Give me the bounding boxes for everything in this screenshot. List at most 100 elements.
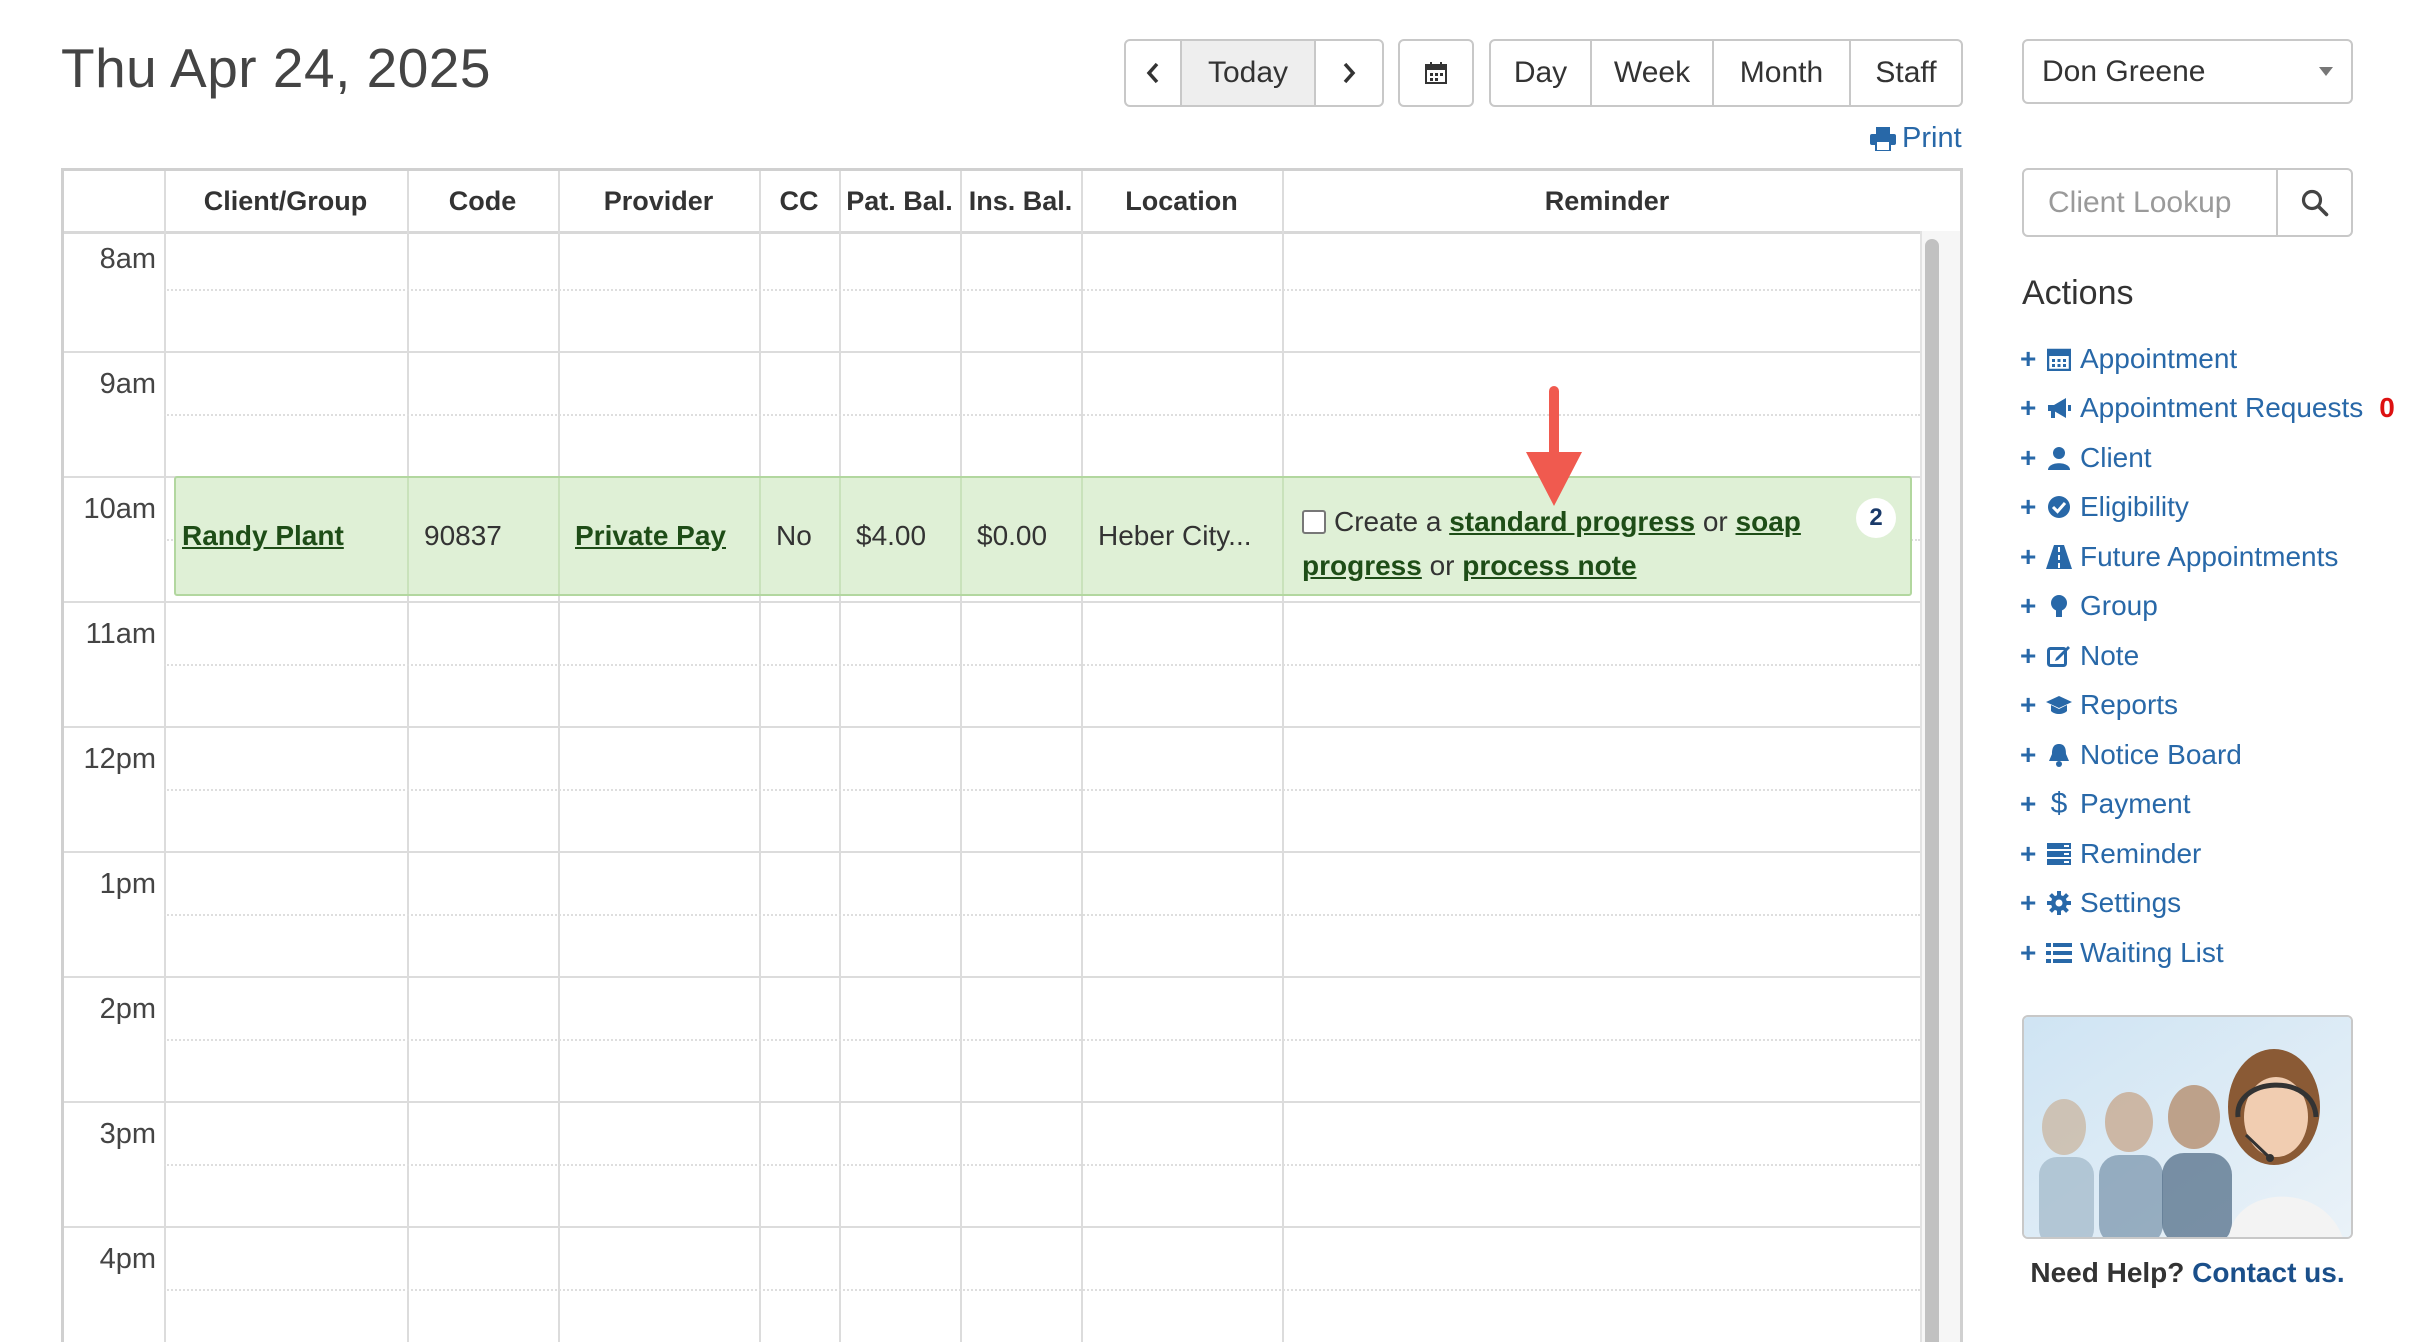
appointment-ins-bal: $0.00 xyxy=(977,520,1048,551)
staff-select[interactable]: Don Greene xyxy=(2022,39,2353,104)
plus-icon: + xyxy=(2020,837,2037,869)
action-appointment[interactable]: + Appointment xyxy=(2020,334,2395,384)
column-header[interactable]: Location xyxy=(1081,171,1282,231)
date-picker-inner[interactable] xyxy=(1400,41,1472,105)
reminder-checkbox[interactable] xyxy=(1302,510,1326,534)
action-label: Client xyxy=(2080,441,2152,473)
client-lookup-input[interactable] xyxy=(2024,170,2276,235)
appointment-provider-cell: Private Pay xyxy=(575,478,726,594)
user-icon xyxy=(2042,446,2076,470)
appointment-divider xyxy=(839,478,841,594)
appointment-divider xyxy=(759,478,761,594)
caret-down-icon xyxy=(2319,67,2333,76)
appointment-divider xyxy=(960,478,962,594)
column-divider xyxy=(759,171,761,1342)
requests-count-badge: 0 xyxy=(2379,392,2395,424)
bell-icon xyxy=(2042,743,2076,767)
column-header[interactable]: Pat. Bal. xyxy=(839,171,960,231)
view-staff-button[interactable]: Staff xyxy=(1851,41,1961,105)
view-day-button[interactable]: Day xyxy=(1491,41,1592,105)
next-day-button[interactable] xyxy=(1316,41,1382,105)
hour-line xyxy=(64,1101,1920,1103)
view-month-button[interactable]: Month xyxy=(1714,41,1851,105)
column-divider xyxy=(1282,171,1284,1342)
column-header[interactable]: Client/Group xyxy=(164,171,407,231)
appointment-block[interactable]: Randy Plant 90837 Private Pay No $4.00 $… xyxy=(174,476,1912,596)
column-divider xyxy=(164,171,166,1342)
column-header[interactable]: Code xyxy=(407,171,558,231)
search-icon xyxy=(2301,189,2328,216)
today-button[interactable]: Today xyxy=(1182,41,1316,105)
hour-line xyxy=(64,976,1920,978)
header-divider xyxy=(64,231,1960,234)
plus-icon: + xyxy=(2020,441,2037,473)
print-link[interactable]: Print xyxy=(1870,122,1962,155)
action-reminder[interactable]: + Reminder xyxy=(2020,829,2395,879)
action-label: Waiting List xyxy=(2080,936,2224,968)
edit-icon xyxy=(2042,644,2076,668)
print-label: Print xyxy=(1902,122,1962,154)
action-group[interactable]: + Group xyxy=(2020,582,2395,632)
column-header[interactable]: Provider xyxy=(558,171,759,231)
actions-title: Actions xyxy=(2022,274,2134,312)
time-label: 10am xyxy=(83,493,156,525)
time-label: 1pm xyxy=(99,868,156,900)
half-hour-line xyxy=(164,1289,1920,1291)
action-reports[interactable]: + Reports xyxy=(2020,681,2395,731)
appointment-cc: No xyxy=(776,520,812,551)
time-label: 9am xyxy=(99,368,156,400)
view-week-button[interactable]: Week xyxy=(1592,41,1714,105)
plus-icon: + xyxy=(2020,540,2037,572)
column-header[interactable]: Ins. Bal. xyxy=(960,171,1081,231)
action-waiting-list[interactable]: + Waiting List xyxy=(2020,928,2395,978)
client-link[interactable]: Randy Plant xyxy=(182,520,344,552)
plus-icon: + xyxy=(2020,639,2037,671)
column-header[interactable]: CC xyxy=(759,171,839,231)
action-notice-board[interactable]: + Notice Board xyxy=(2020,730,2395,780)
process-note-link[interactable]: process note xyxy=(1462,550,1636,581)
appointment-divider xyxy=(407,478,409,594)
half-hour-line xyxy=(164,1164,1920,1166)
action-label: Reminder xyxy=(2080,837,2202,869)
action-payment[interactable]: + $ Payment xyxy=(2020,780,2395,830)
half-hour-line xyxy=(164,664,1920,666)
calendar-icon xyxy=(1425,62,1447,84)
plus-icon: + xyxy=(2020,936,2037,968)
appointment-divider xyxy=(558,478,560,594)
check-circle-icon xyxy=(2042,495,2076,519)
contact-us-link[interactable]: Contact us. xyxy=(2192,1257,2344,1288)
action-settings[interactable]: + Settings xyxy=(2020,879,2395,929)
search-button[interactable] xyxy=(2276,170,2351,235)
chevron-left-icon xyxy=(1146,62,1159,84)
provider-link[interactable]: Private Pay xyxy=(575,520,726,552)
action-label: Notice Board xyxy=(2080,738,2242,770)
print-icon xyxy=(1870,126,1896,151)
action-appointment-requests[interactable]: + Appointment Requests 0 xyxy=(2020,384,2395,434)
need-help-text: Need Help? Contact us. xyxy=(2022,1257,2353,1289)
plus-icon: + xyxy=(2020,342,2037,374)
action-eligibility[interactable]: + Eligibility xyxy=(2020,483,2395,533)
action-future-appointments[interactable]: + Future Appointments xyxy=(2020,532,2395,582)
graduation-cap-icon xyxy=(2042,694,2076,716)
column-divider xyxy=(558,171,560,1342)
action-label: Future Appointments xyxy=(2080,540,2339,572)
time-label: 12pm xyxy=(83,743,156,775)
reminder-count-badge: 2 xyxy=(1856,498,1896,538)
appointment-divider xyxy=(1081,478,1083,594)
scrollbar-thumb[interactable] xyxy=(1925,239,1939,1342)
prev-day-button[interactable] xyxy=(1126,41,1182,105)
calendar-icon xyxy=(2042,347,2076,371)
chevron-right-icon xyxy=(1343,62,1356,84)
action-label: Eligibility xyxy=(2080,491,2189,523)
support-photo[interactable] xyxy=(2022,1015,2353,1239)
action-note[interactable]: + Note xyxy=(2020,631,2395,681)
column-header[interactable]: Reminder xyxy=(1282,171,1932,231)
list-icon xyxy=(2042,942,2076,964)
plus-icon: + xyxy=(2020,491,2037,523)
date-picker-button[interactable] xyxy=(1398,39,1474,107)
action-client[interactable]: + Client xyxy=(2020,433,2395,483)
plus-icon: + xyxy=(2020,590,2037,622)
staff-select-value: Don Greene xyxy=(2042,54,2206,88)
megaphone-icon xyxy=(2042,396,2076,420)
action-label: Appointment Requests xyxy=(2080,392,2364,424)
